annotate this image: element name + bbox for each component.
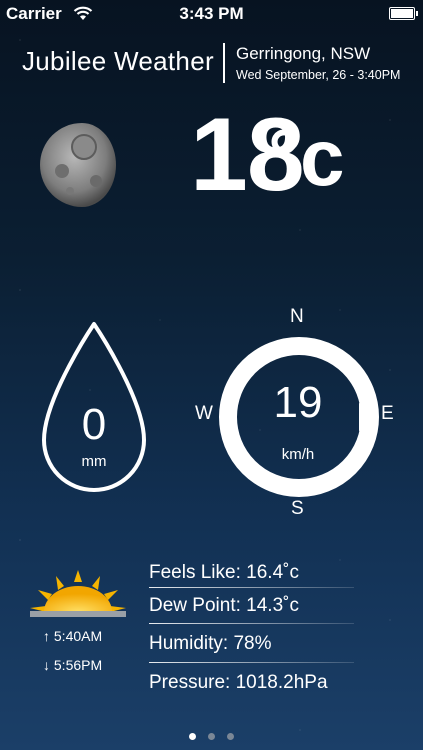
sunset-time: ↓ 5:56PM [43, 657, 103, 673]
moon-icon [40, 123, 116, 207]
battery-icon [389, 7, 418, 20]
sunrise-time: ↑ 5:40AM [43, 628, 103, 644]
app-title: Jubilee Weather [22, 46, 214, 76]
pressure: Pressure: 1018.2hPa [149, 672, 328, 693]
header-divider [223, 43, 225, 83]
page-dot[interactable] [189, 733, 196, 740]
temperature-unit: °c [268, 113, 345, 202]
divider [149, 623, 354, 624]
observation-time: Wed September, 26 - 3:40PM [236, 68, 401, 82]
page-dot[interactable] [208, 733, 215, 740]
page-dot[interactable] [227, 733, 234, 740]
divider [149, 587, 354, 588]
wind-speed: 19 [273, 378, 323, 427]
wind-unit: km/h [281, 446, 315, 463]
compass-north: N [290, 306, 304, 327]
location-label[interactable]: Gerringong, NSW [236, 44, 370, 64]
page-indicator[interactable] [0, 733, 423, 740]
sunset-icon [30, 570, 126, 617]
compass-west: W [195, 403, 213, 424]
rain-unit: mm [81, 453, 107, 470]
compass-east: E [381, 403, 394, 424]
humidity: Humidity: 78% [149, 633, 272, 654]
divider [149, 662, 354, 663]
dew-point: Dew Point: 14.3˚c [149, 595, 299, 616]
clock: 3:43 PM [179, 4, 244, 23]
rain-amount: 0 [81, 400, 107, 449]
feels-like: Feels Like: 16.4˚c [149, 562, 299, 583]
status-bar: Carrier 3:43 PM [0, 0, 423, 28]
compass-south: S [291, 498, 304, 519]
